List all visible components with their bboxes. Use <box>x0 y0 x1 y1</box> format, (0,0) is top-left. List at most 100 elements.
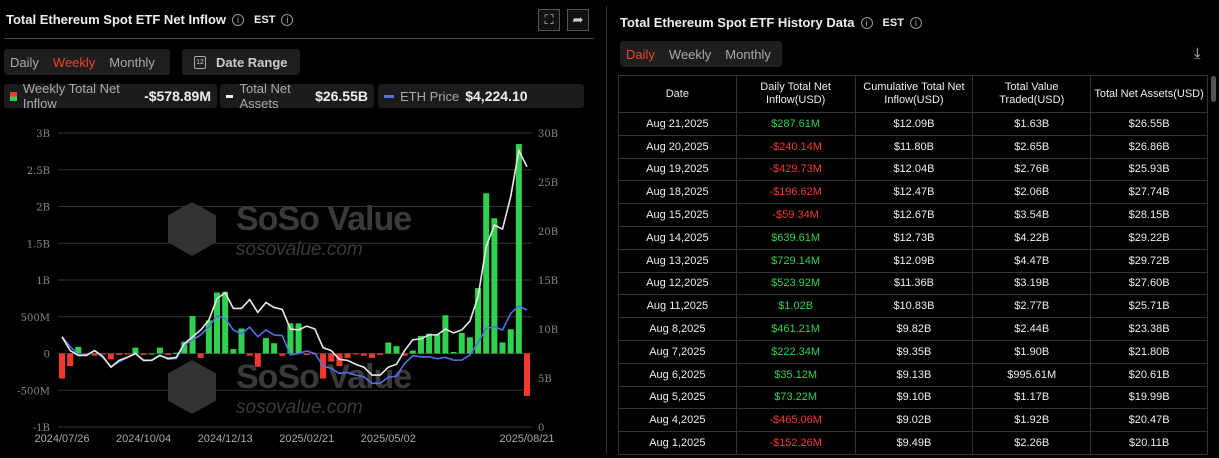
cell-cumulative-inflow: $12.04B <box>854 157 974 182</box>
cell-net-assets: $20.11B <box>1090 431 1208 455</box>
cell-value-traded: $4.47B <box>972 248 1092 273</box>
table-row[interactable]: Aug 8,2025 $461.21M $9.82B $2.44B $23.38B <box>618 317 1208 341</box>
cell-net-assets: $21.80B <box>1090 339 1208 364</box>
cell-cumulative-inflow: $9.49B <box>854 431 974 455</box>
table-row[interactable]: Aug 11,2025 $1.02B $10.83B $2.77B $25.71B <box>618 294 1208 319</box>
inflow-bar <box>156 347 163 354</box>
table-row[interactable]: Aug 7,2025 $222.34M $9.35B $1.90B $21.80B <box>618 339 1208 364</box>
cell-net-assets: $20.47B <box>1090 408 1208 433</box>
table-row[interactable]: Aug 5,2025 $73.22M $9.10B $1.17B $19.99B <box>618 385 1208 410</box>
inflow-bar <box>377 353 384 355</box>
cell-daily-inflow: -$240.14M <box>735 134 856 159</box>
table-row[interactable]: Aug 18,2025 -$196.62M $12.47B $2.06B $27.74B <box>618 180 1208 205</box>
cell-net-assets: $29.72B <box>1090 248 1208 273</box>
x-tick-label: 2025/05/02 <box>361 433 416 445</box>
cell-daily-inflow: $461.21M <box>735 317 856 341</box>
inflow-bar <box>507 329 514 354</box>
cell-date: Aug 15,2025 <box>618 203 737 227</box>
inflow-chart[interactable]: 3B2.5B2B1.5B1B500M0-500M-1B30B25B20B15B1… <box>0 0 600 458</box>
table-scrollbar[interactable] <box>1211 76 1216 102</box>
cell-net-assets: $28.15B <box>1090 203 1208 227</box>
cell-daily-inflow: $523.92M <box>735 271 856 296</box>
cell-cumulative-inflow: $9.13B <box>854 362 974 387</box>
inflow-bar <box>124 353 131 355</box>
table-row[interactable]: Aug 6,2025 $35.12M $9.13B $995.61M $20.61B <box>618 362 1208 387</box>
table-row[interactable]: Aug 1,2025 -$152.26M $9.49B $2.26B $20.11B <box>618 431 1208 455</box>
inflow-bar <box>271 343 278 354</box>
inflow-bar <box>385 342 392 354</box>
table-row[interactable]: Aug 20,2025 -$240.14M $11.80B $2.65B $26.86B <box>618 134 1208 159</box>
cell-value-traded: $1.63B <box>972 112 1092 136</box>
inflow-bar <box>458 332 465 354</box>
col-value-traded[interactable]: Total Value Traded(USD) <box>972 75 1092 113</box>
cell-date: Aug 13,2025 <box>618 248 737 273</box>
cell-cumulative-inflow: $10.83B <box>854 294 974 319</box>
y-left-tick-label: 0 <box>44 350 50 361</box>
cell-value-traded: $2.77B <box>972 294 1092 319</box>
download-icon[interactable]: ⤓ <box>1194 45 1201 62</box>
info-icon[interactable]: i <box>909 16 922 29</box>
y-left-tick-label: 2.5B <box>27 166 50 177</box>
info-icon[interactable]: i <box>860 16 873 29</box>
cell-net-assets: $23.38B <box>1090 317 1208 341</box>
cell-date: Aug 21,2025 <box>618 112 737 136</box>
table-row[interactable]: Aug 21,2025 $287.61M $12.09B $1.63B $26.55B <box>618 112 1208 136</box>
inflow-bar <box>442 315 449 354</box>
y-right-tick-label: 5B <box>538 374 552 385</box>
cell-cumulative-inflow: $12.47B <box>854 180 974 205</box>
cell-value-traded: $4.22B <box>972 225 1092 250</box>
cell-value-traded: $995.61M <box>972 362 1092 387</box>
col-net-assets[interactable]: Total Net Assets(USD) <box>1090 75 1208 113</box>
y-right-tick-label: 30B <box>538 129 558 140</box>
eth-price-line <box>61 305 528 385</box>
tab-monthly[interactable]: Monthly <box>725 47 771 62</box>
table-row[interactable]: Aug 14,2025 $639.61M $12.73B $4.22B $29.22B <box>618 225 1208 250</box>
inflow-bar <box>254 353 261 367</box>
y-right-tick-label: 25B <box>538 178 558 189</box>
table-row[interactable]: Aug 13,2025 $729.14M $12.09B $4.47B $29.72B <box>618 248 1208 273</box>
cell-date: Aug 14,2025 <box>618 225 737 250</box>
cell-date: Aug 1,2025 <box>618 431 737 455</box>
cell-net-assets: $26.86B <box>1090 134 1208 159</box>
inflow-bar <box>67 353 74 366</box>
cell-cumulative-inflow: $12.67B <box>854 203 974 227</box>
inflow-bar <box>352 353 359 355</box>
cell-value-traded: $1.17B <box>972 385 1092 410</box>
table-row[interactable]: Aug 12,2025 $523.92M $11.36B $3.19B $27.60B <box>618 271 1208 296</box>
cell-daily-inflow: -$465.06M <box>735 408 856 433</box>
cell-net-assets: $25.93B <box>1090 157 1208 182</box>
y-right-tick-label: 15B <box>538 276 558 287</box>
cell-net-assets: $27.74B <box>1090 180 1208 205</box>
cell-cumulative-inflow: $11.36B <box>854 271 974 296</box>
y-left-tick-label: 2B <box>36 203 50 214</box>
history-title: Total Ethereum Spot ETF History Data i E… <box>620 15 922 30</box>
cell-date: Aug 4,2025 <box>618 408 737 433</box>
inflow-bar <box>369 353 375 358</box>
inflow-bar <box>450 352 457 354</box>
cell-cumulative-inflow: $12.73B <box>854 225 974 250</box>
table-row[interactable]: Aug 4,2025 -$465.06M $9.02B $1.92B $20.47B <box>618 408 1208 433</box>
cell-net-assets: $26.55B <box>1090 112 1208 136</box>
cell-value-traded: $2.06B <box>972 180 1092 205</box>
cell-value-traded: $3.54B <box>972 203 1092 227</box>
table-row[interactable]: Aug 19,2025 -$429.73M $12.04B $2.76B $25.93B <box>618 157 1208 182</box>
inflow-bar <box>148 353 155 355</box>
cell-date: Aug 18,2025 <box>618 180 737 205</box>
col-date[interactable]: Date <box>618 75 737 113</box>
inflow-bar <box>165 353 172 355</box>
inflow-bar <box>140 353 147 355</box>
cell-daily-inflow: -$196.62M <box>735 180 856 205</box>
table-row[interactable]: Aug 15,2025 -$59.34M $12.67B $3.54B $28.15B <box>618 203 1208 227</box>
cell-net-assets: $25.71B <box>1090 294 1208 319</box>
col-cumulative-inflow[interactable]: Cumulative Total Net Inflow(USD) <box>854 75 974 113</box>
cell-cumulative-inflow: $9.82B <box>854 317 974 341</box>
cell-date: Aug 8,2025 <box>618 317 737 341</box>
inflow-bar <box>328 353 335 362</box>
cell-date: Aug 7,2025 <box>618 339 737 364</box>
inflow-bar <box>491 218 498 354</box>
timezone-label: EST <box>882 16 904 29</box>
cell-daily-inflow: -$152.26M <box>735 431 856 455</box>
tab-weekly[interactable]: Weekly <box>669 47 711 62</box>
col-daily-inflow[interactable]: Daily Total Net Inflow(USD) <box>735 75 856 113</box>
tab-daily[interactable]: Daily <box>626 47 655 62</box>
